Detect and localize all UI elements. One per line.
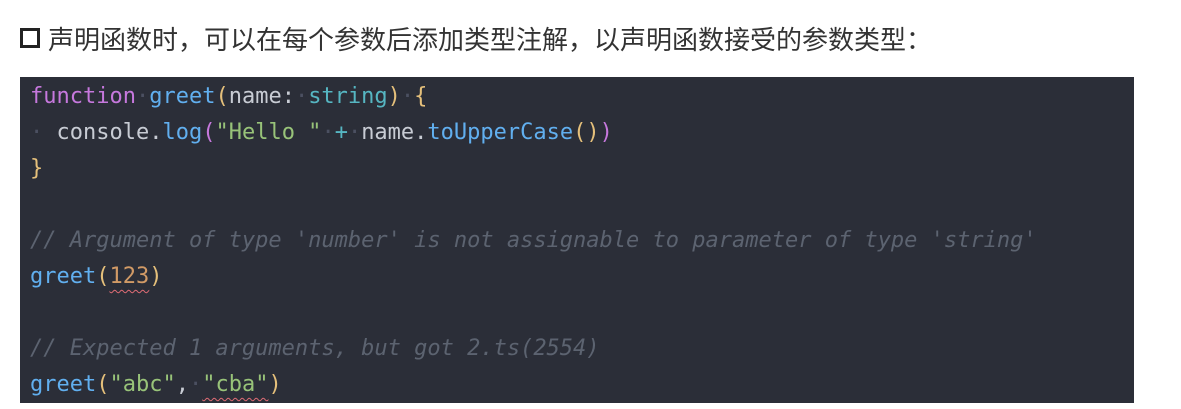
function-call-name: greet [30,264,97,289]
number-argument: 123 [109,264,150,289]
comma: , [175,372,189,397]
name-identifier: name. [361,120,428,145]
error-comment: // Expected 1 arguments, but got 2.ts(25… [30,336,600,361]
brace-close: } [30,156,44,181]
string-argument-2: "cba" [202,372,269,397]
colon: : [281,84,295,109]
plus-operator: + [334,120,348,145]
error-comment: // Argument of type 'number' is not assi… [30,228,1037,253]
paren-open: ( [96,372,110,397]
param-name: name [228,84,282,109]
keyword-function: function [30,84,136,109]
code-line-comment-1: // Argument of type 'number' is not assi… [30,223,1134,259]
string-literal: "Hello " [215,120,322,145]
param-type: string [308,84,388,109]
brace-open: { [414,84,428,109]
function-name: greet [149,84,216,109]
section-heading: 声明函数时，可以在每个参数后添加类型注解，以声明函数接受的参数类型： [20,18,932,58]
paren-open: ( [96,264,110,289]
paren-open: ( [215,84,229,109]
code-line-3: } [30,151,1134,187]
paren-close: ) [387,84,401,109]
square-bullet-icon [20,28,40,48]
log-method: log [162,120,203,145]
paren-close: ) [599,120,613,145]
call-parens: () [573,120,600,145]
to-upper-case-method: toUpperCase [427,120,574,145]
code-line-call-1: greet(123) [30,259,1134,295]
code-line-comment-2: // Expected 1 arguments, but got 2.ts(25… [30,331,1134,367]
console-object: console. [56,120,163,145]
code-line-call-2: greet("abc",·"cba") [30,372,282,397]
heading-text: 声明函数时，可以在每个参数后添加类型注解，以声明函数接受的参数类型： [48,25,933,56]
paren-open: ( [202,120,216,145]
code-line-1: function·greet(name:·string)·{ [30,84,428,109]
paren-close: ) [268,372,282,397]
paren-close: ) [149,264,163,289]
code-block: function·greet(name:·string)·{ · console… [20,77,1134,403]
code-line-2: · console.log("Hello "·+·name.toUpperCas… [30,120,613,145]
string-argument-1: "abc" [109,372,176,397]
function-call-name: greet [30,372,97,397]
